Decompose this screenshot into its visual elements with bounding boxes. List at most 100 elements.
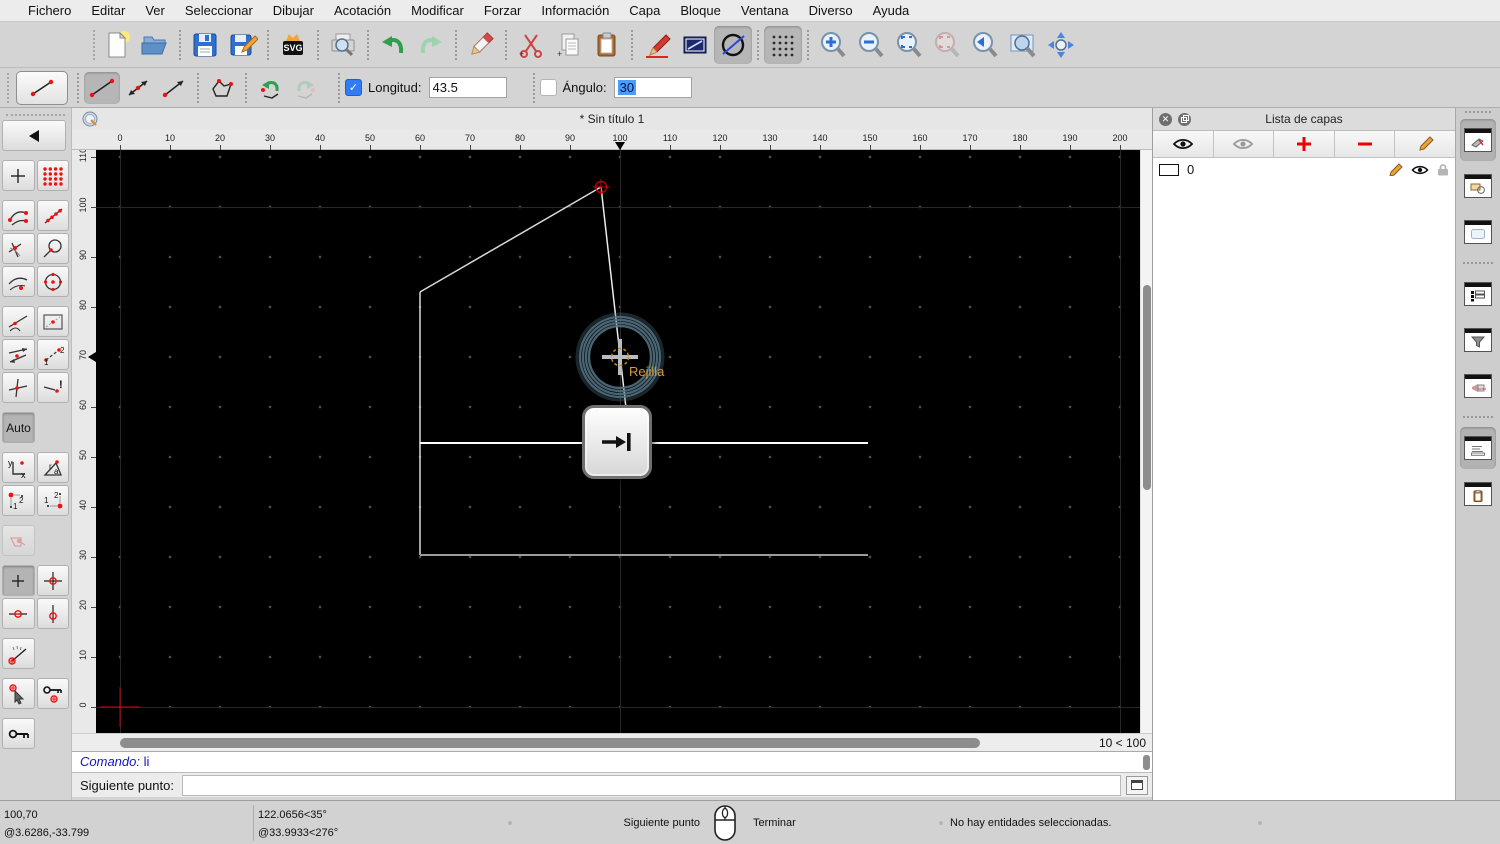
line-attributes-button[interactable] [676,26,714,64]
horizontal-scrollbar[interactable] [72,734,1072,752]
zoom-out-button[interactable] [852,26,890,64]
save-as-button[interactable] [224,26,262,64]
restrict-nothing-button[interactable]: ! [36,372,69,403]
close-panel-button[interactable]: ✕ [1159,112,1172,126]
snap-sequential-button[interactable]: 12 [36,339,69,370]
layer-edit-button[interactable] [1388,163,1403,176]
show-all-layers-button[interactable] [1153,131,1214,157]
polyline-close-button[interactable] [204,72,240,104]
menu-item[interactable]: Fichero [18,3,81,18]
lock-button[interactable] [2,718,35,749]
snap-middle-button[interactable] [36,233,69,264]
float-panel-button[interactable] [1178,112,1191,126]
restrict-box-button[interactable] [36,306,69,337]
drawing-canvas[interactable]: Rejilla [96,150,1140,733]
v-scroll-thumb[interactable] [1143,285,1151,490]
hide-all-layers-button[interactable] [1214,131,1275,157]
layer-lock-button[interactable] [1437,163,1449,176]
zoom-pan-button[interactable] [1042,26,1080,64]
redo-button[interactable] [412,26,450,64]
length-checkbox[interactable]: ✓ [345,79,362,96]
open-file-button[interactable] [136,26,174,64]
snap-auto-button[interactable]: Auto [2,412,35,443]
edit-layer-button[interactable] [1395,131,1455,157]
command-input[interactable] [181,774,1121,796]
cut-button[interactable]: + [512,26,550,64]
menu-item[interactable]: Diverso [799,3,863,18]
line-segment-button[interactable] [84,71,120,104]
menu-item[interactable]: Información [531,3,619,18]
restrict-horizontal-button[interactable] [2,598,35,629]
snap-intersection-button[interactable] [2,233,35,264]
delete-button[interactable] [462,26,500,64]
angle-input[interactable]: 30 [613,77,692,98]
vertical-scrollbar[interactable] [1140,150,1152,733]
menu-item[interactable]: Dibujar [263,3,324,18]
zoom-in-button[interactable] [814,26,852,64]
set-relative-zero-button[interactable] [36,565,69,596]
line-both-directions-button[interactable] [120,72,156,104]
undo-button[interactable] [374,26,412,64]
line-ray-button[interactable] [156,72,192,104]
zoom-previous-button[interactable] [966,26,1004,64]
add-layer-button[interactable] [1274,131,1335,157]
menu-item[interactable]: Editar [81,3,135,18]
svg-export-button[interactable]: SVG [274,26,312,64]
dock-toggle-command-line[interactable] [1460,427,1496,469]
grid-toggle-button[interactable] [764,25,802,64]
layer-row[interactable]: 0 [1153,158,1455,181]
document-titlebar[interactable]: * Sin título 1 [72,108,1152,131]
menu-item[interactable]: Modificar [401,3,474,18]
zoom-auto-button[interactable] [890,26,928,64]
menu-item[interactable]: Capa [619,3,670,18]
snap-grid-button[interactable] [36,160,69,191]
angle-checkbox[interactable] [539,79,557,96]
menu-item[interactable]: Ayuda [863,3,920,18]
menu-item[interactable]: Seleccionar [175,3,263,18]
detach-command-button[interactable] [1126,775,1148,795]
angle-gauge-button[interactable] [2,638,35,669]
h-scroll-thumb[interactable] [120,738,980,748]
corner-second-button[interactable]: 12 [36,485,69,516]
snap-auto-intersection-button[interactable] [2,339,35,370]
layer-visibility-button[interactable] [1411,164,1429,176]
undo-segment-button[interactable] [252,72,288,104]
remove-layer-button[interactable] [1335,131,1396,157]
dock-toggle-library[interactable] [1460,211,1496,253]
snap-endpoints-button[interactable] [2,200,35,231]
current-tool-button[interactable] [16,70,68,105]
redo-segment-button[interactable] [288,72,324,104]
menu-item[interactable]: Forzar [474,3,532,18]
snap-free-button[interactable] [2,160,35,191]
coordinate-xy-button[interactable]: yx [2,452,35,483]
new-document-button[interactable] [98,26,136,64]
layer-color-swatch[interactable] [1159,163,1179,176]
dock-toggle-selection-list[interactable] [1460,273,1496,315]
dock-toggle-clipboard[interactable] [1460,473,1496,515]
command-scrollbar[interactable] [1143,755,1150,770]
save-button[interactable] [186,26,224,64]
corner-first-button[interactable]: 12 [2,485,35,516]
length-input[interactable] [428,77,507,98]
snap-center-button[interactable] [36,266,69,297]
snap-back-button[interactable] [2,120,66,151]
dock-toggle-notifications[interactable]: cmd [1460,365,1496,407]
snap-distance-button[interactable] [2,266,35,297]
dock-toggle-filter[interactable] [1460,319,1496,361]
dock-toggle-layer-list[interactable] [1460,119,1496,161]
lock-relative-zero-button[interactable] [36,678,69,709]
paste-button[interactable] [588,26,626,64]
copy-button[interactable]: + [550,26,588,64]
menu-item[interactable]: Bloque [670,3,730,18]
zoom-selected-button[interactable] [928,26,966,64]
print-preview-button[interactable] [324,26,362,64]
menu-item[interactable]: Ver [135,3,175,18]
snap-nearest-button[interactable] [2,306,35,337]
pick-relative-zero-button[interactable] [2,678,35,709]
zoom-window-button[interactable] [1004,26,1042,64]
coordinate-polar-button[interactable]: ra [36,452,69,483]
snap-on-entity-button[interactable] [36,200,69,231]
entity-attributes-button[interactable] [714,25,752,64]
menu-item[interactable]: Ventana [731,3,799,18]
pen-edit-button[interactable] [638,26,676,64]
